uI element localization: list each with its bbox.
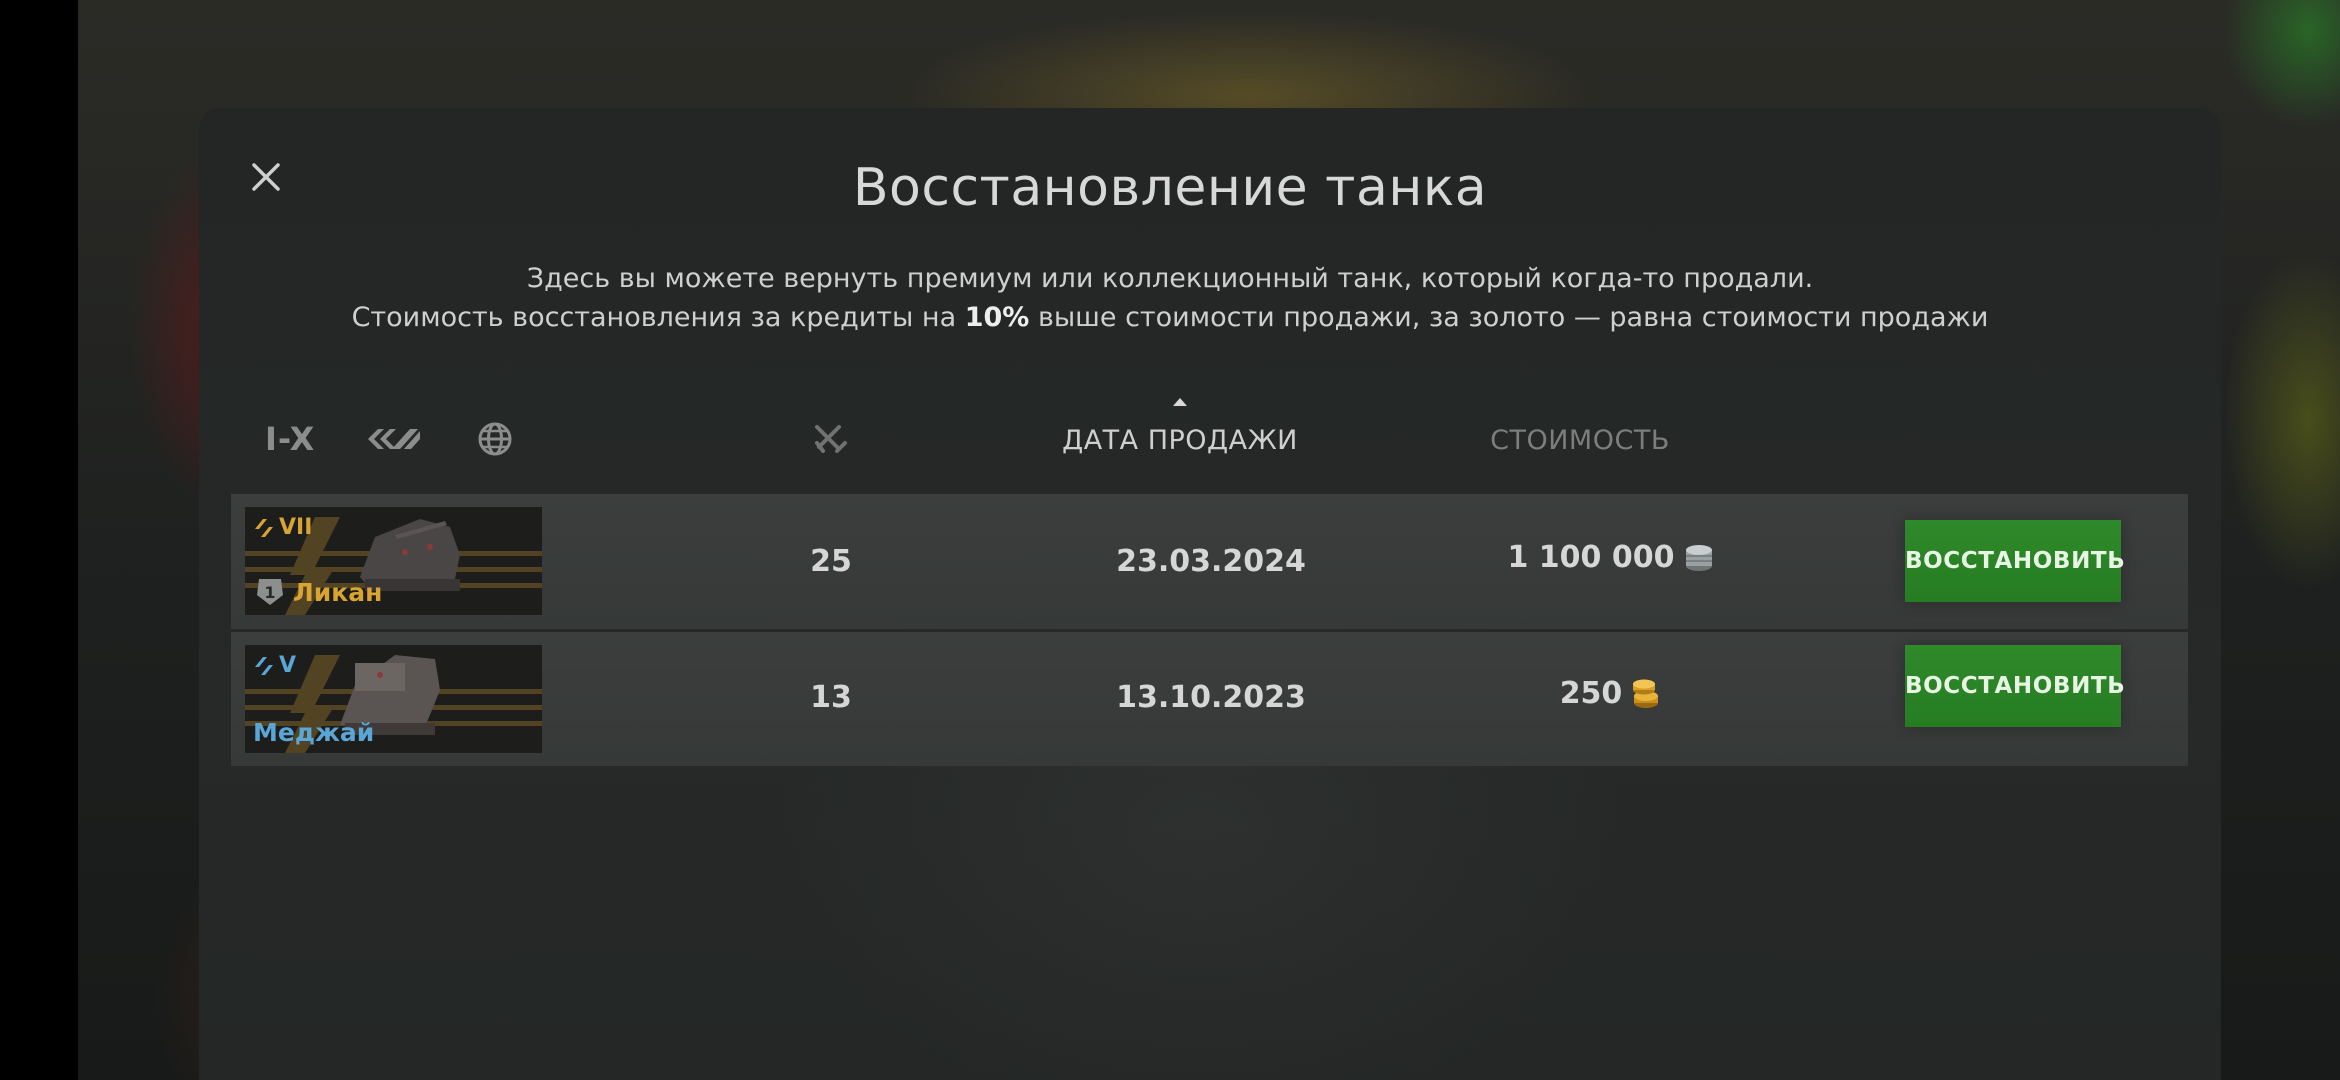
gold-icon <box>1633 679 1659 708</box>
tank-name-row: Меджай <box>253 718 374 747</box>
restore-cost: 1 100 000 <box>1441 540 1781 575</box>
premium-tank-icon <box>255 518 273 537</box>
tank-tier: V <box>253 653 296 678</box>
tank-name-row: 1 Ликан <box>253 575 382 609</box>
tank-type-icon <box>368 429 420 449</box>
tank-tier: VII <box>253 515 312 540</box>
tier-filter-button[interactable]: I-X <box>265 420 315 458</box>
description-percent: 10% <box>964 302 1030 333</box>
restore-button[interactable]: ВОССТАНОВИТЬ <box>1905 520 2125 602</box>
cost-column-header[interactable]: СТОИМОСТЬ <box>1420 425 1740 456</box>
tank-row[interactable]: V Меджай 13 13.10.2023 250 ВОССТАНОВИТЬ <box>231 632 2188 766</box>
dialog-title: Восстановление танка <box>852 158 1488 218</box>
tank-name: Меджай <box>253 718 375 747</box>
credits-icon <box>1685 544 1712 571</box>
description-text: Стоимость восстановления за кредиты на <box>351 302 965 333</box>
collector-tank-icon <box>255 656 273 675</box>
sale-date-column-header[interactable]: ДАТА ПРОДАЖИ <box>1020 425 1340 456</box>
tank-card: V Меджай <box>245 645 542 753</box>
tank-tier-label: V <box>279 653 297 678</box>
tank-row[interactable]: VII 1 Ликан 25 23.03.2024 1 100 000 ВОСС… <box>231 494 2188 629</box>
restore-cost: 250 <box>1441 676 1781 711</box>
cost-value: 250 <box>1559 676 1623 711</box>
tank-name: Ликан <box>293 577 383 607</box>
battles-count: 13 <box>810 680 852 715</box>
nation-filter-button[interactable] <box>476 420 514 458</box>
crossed-swords-icon <box>815 425 847 453</box>
battles-column-header[interactable] <box>811 421 849 459</box>
dialog-description-line1: Здесь вы можете вернуть премиум или колл… <box>526 263 1814 294</box>
restore-button[interactable]: ВОССТАНОВИТЬ <box>1905 645 2125 727</box>
description-text: выше стоимости продажи, за золото — равн… <box>1029 302 1989 333</box>
tank-card: VII 1 Ликан <box>245 507 542 615</box>
sale-date: 23.03.2024 <box>1116 544 1306 579</box>
globe-icon <box>478 422 512 456</box>
dialog-description-line2: Стоимость восстановления за кредиты на 1… <box>0 302 2340 333</box>
mastery-badge-icon: 1 <box>257 579 283 605</box>
battles-count: 25 <box>810 544 852 579</box>
tank-type-filter-button[interactable] <box>366 420 422 458</box>
sale-date: 13.10.2023 <box>1116 680 1306 715</box>
sort-ascending-icon <box>1173 398 1187 406</box>
tank-tier-label: VII <box>279 515 313 540</box>
svg-text:1: 1 <box>264 583 275 602</box>
cost-value: 1 100 000 <box>1507 540 1675 575</box>
